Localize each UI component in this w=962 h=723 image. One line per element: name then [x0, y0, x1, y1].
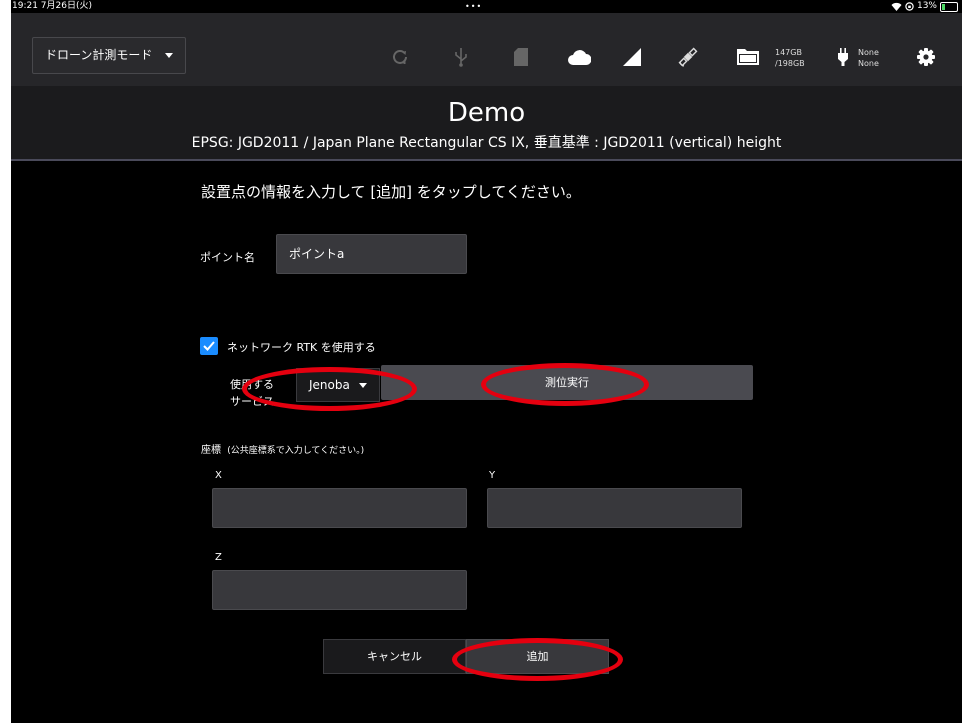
coords-heading: 座標 (公共座標系で入力してください。)	[201, 441, 364, 456]
top-toolbar: ドローン計測モード 147GB /198GB None None	[11, 13, 962, 86]
status-right: 13%	[891, 0, 958, 13]
sd-card-icon[interactable]	[514, 48, 528, 66]
storage-total: /198GB	[775, 59, 805, 68]
coords-note: (公共座標系で入力してください。)	[227, 446, 365, 456]
y-coordinate-input[interactable]	[487, 488, 742, 528]
instruction-text: 設置点の情報を入力して [追加] をタップしてください。	[201, 183, 581, 201]
network-rtk-checkbox[interactable]	[200, 337, 218, 355]
power-value-1: None	[858, 48, 879, 57]
usb-icon[interactable]	[454, 47, 468, 67]
status-bar: 19:21 7月26日(火) ••• 13%	[11, 0, 962, 13]
satellite-icon[interactable]	[677, 46, 699, 68]
service-label-line1: 使用する	[230, 378, 274, 391]
service-label: 使用する サービス	[230, 376, 274, 410]
storage-readout: 147GB /198GB	[775, 47, 805, 69]
status-time: 19:21 7月26日(火)	[12, 1, 92, 11]
plug-icon[interactable]	[838, 48, 848, 66]
y-label: Y	[489, 470, 496, 481]
battery-percent: 13%	[916, 1, 937, 11]
app-screen: 19:21 7月26日(火) ••• 13% ドローン計測モード 147GB /…	[11, 0, 962, 723]
cancel-button[interactable]: キャンセル	[323, 639, 466, 674]
network-rtk-label: ネットワーク RTK を使用する	[227, 341, 376, 354]
crs-subtitle: EPSG: JGD2011 / Japan Plane Rectangular …	[191, 135, 782, 151]
page-title: Demo	[447, 98, 526, 128]
z-coordinate-input[interactable]	[212, 570, 467, 610]
x-label: X	[215, 470, 222, 481]
sync-icon[interactable]	[391, 48, 409, 66]
measure-button[interactable]: 測位実行	[381, 365, 753, 400]
point-name-label: ポイント名	[200, 251, 255, 264]
checkmark-icon	[203, 341, 215, 351]
chevron-down-icon	[165, 53, 173, 58]
add-button[interactable]: 追加	[466, 639, 609, 674]
z-label: Z	[215, 552, 222, 563]
coords-label: 座標	[201, 445, 221, 456]
storage-used: 147GB	[775, 48, 802, 57]
page-header: Demo EPSG: JGD2011 / Japan Plane Rectang…	[11, 86, 962, 161]
power-value-2: None	[858, 59, 879, 68]
service-dropdown[interactable]: Jenoba	[296, 368, 380, 402]
orientation-lock-icon	[905, 2, 914, 11]
battery-icon	[940, 1, 958, 12]
service-dropdown-value: Jenoba	[309, 378, 350, 392]
point-name-input[interactable]: ポイントa	[276, 234, 467, 274]
folder-icon[interactable]	[737, 49, 759, 65]
status-dots: •••	[465, 2, 483, 11]
wifi-icon	[891, 2, 902, 11]
mode-dropdown-label: ドローン計測モード	[45, 48, 153, 62]
service-label-line2: サービス	[230, 395, 274, 408]
signal-icon[interactable]	[623, 48, 641, 66]
mode-dropdown[interactable]: ドローン計測モード	[32, 37, 186, 74]
gear-icon[interactable]	[917, 48, 935, 66]
x-coordinate-input[interactable]	[212, 488, 467, 528]
chevron-down-icon	[359, 383, 367, 388]
cloud-icon[interactable]	[567, 49, 591, 65]
power-readout: None None	[858, 47, 879, 69]
